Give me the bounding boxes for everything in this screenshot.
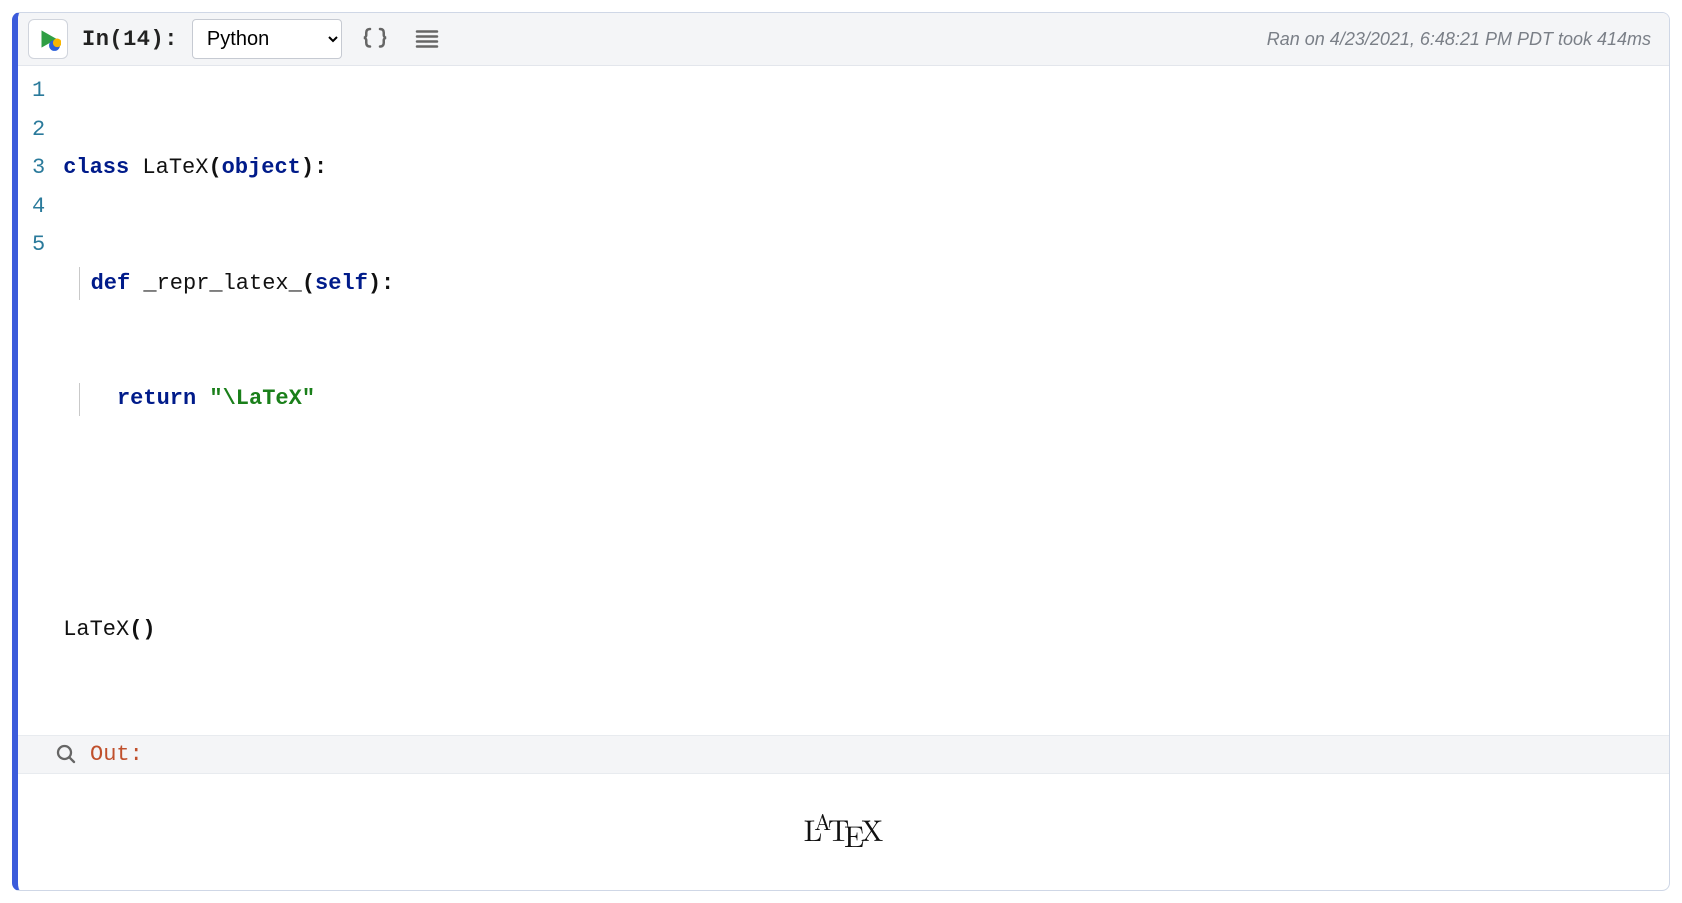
code-line[interactable]: class LaTeX(object): — [63, 149, 1653, 188]
line-number: 5 — [32, 226, 45, 265]
keyword-return: return — [117, 380, 196, 419]
punct: ( — [302, 265, 315, 304]
line-number: 2 — [32, 111, 45, 150]
zoom-output-button[interactable] — [54, 742, 78, 766]
magnifier-icon — [54, 742, 78, 766]
in-label: In(14): — [82, 27, 178, 52]
indent-guide — [79, 383, 80, 416]
menu-button[interactable] — [408, 20, 446, 58]
latex-A: A — [814, 805, 831, 837]
code-editor[interactable]: 1 2 3 4 5 class LaTeX(object): def _repr… — [18, 66, 1669, 735]
keyword-self: self — [315, 265, 368, 304]
latex-logo: LATEX — [804, 814, 884, 844]
output-area: LATEX — [18, 774, 1669, 890]
output-header: Out: — [18, 735, 1669, 774]
out-label: Out: — [90, 742, 143, 767]
run-button[interactable] — [28, 19, 68, 59]
string-literal: "\LaTeX" — [209, 380, 315, 419]
code-line[interactable]: def _repr_latex_(self): — [63, 265, 1653, 304]
language-select[interactable]: Python — [192, 19, 342, 59]
identifier: LaTeX — [142, 149, 208, 188]
code-line[interactable] — [63, 496, 1653, 535]
gutter: 1 2 3 4 5 — [18, 72, 63, 727]
braces-button[interactable] — [356, 20, 394, 58]
play-icon — [35, 26, 61, 52]
latex-E: E — [844, 813, 864, 856]
code-cell: In(14): Python Ran on 4/23/2021, 6:48:21… — [12, 12, 1670, 891]
builtin-object: object — [222, 149, 301, 188]
braces-icon — [360, 24, 390, 54]
punct: ): — [301, 149, 327, 188]
line-number: 3 — [32, 149, 45, 188]
keyword-def: def — [91, 265, 131, 304]
punct: ): — [368, 265, 394, 304]
line-number: 1 — [32, 72, 45, 111]
code-line[interactable]: return "\LaTeX" — [63, 380, 1653, 419]
cell-toolbar: In(14): Python Ran on 4/23/2021, 6:48:21… — [18, 13, 1669, 66]
keyword-class: class — [63, 149, 129, 188]
punct: () — [129, 611, 155, 650]
identifier: LaTeX — [63, 611, 129, 650]
function-name: _repr_latex_ — [143, 265, 301, 304]
line-number: 4 — [32, 188, 45, 227]
indent-guide — [79, 267, 80, 300]
code-body[interactable]: class LaTeX(object): def _repr_latex_(se… — [63, 72, 1669, 727]
run-info: Ran on 4/23/2021, 6:48:21 PM PDT took 41… — [1267, 29, 1651, 50]
punct: ( — [208, 149, 221, 188]
menu-icon — [412, 24, 442, 54]
code-line[interactable]: LaTeX() — [63, 611, 1653, 650]
latex-X: X — [861, 807, 884, 850]
